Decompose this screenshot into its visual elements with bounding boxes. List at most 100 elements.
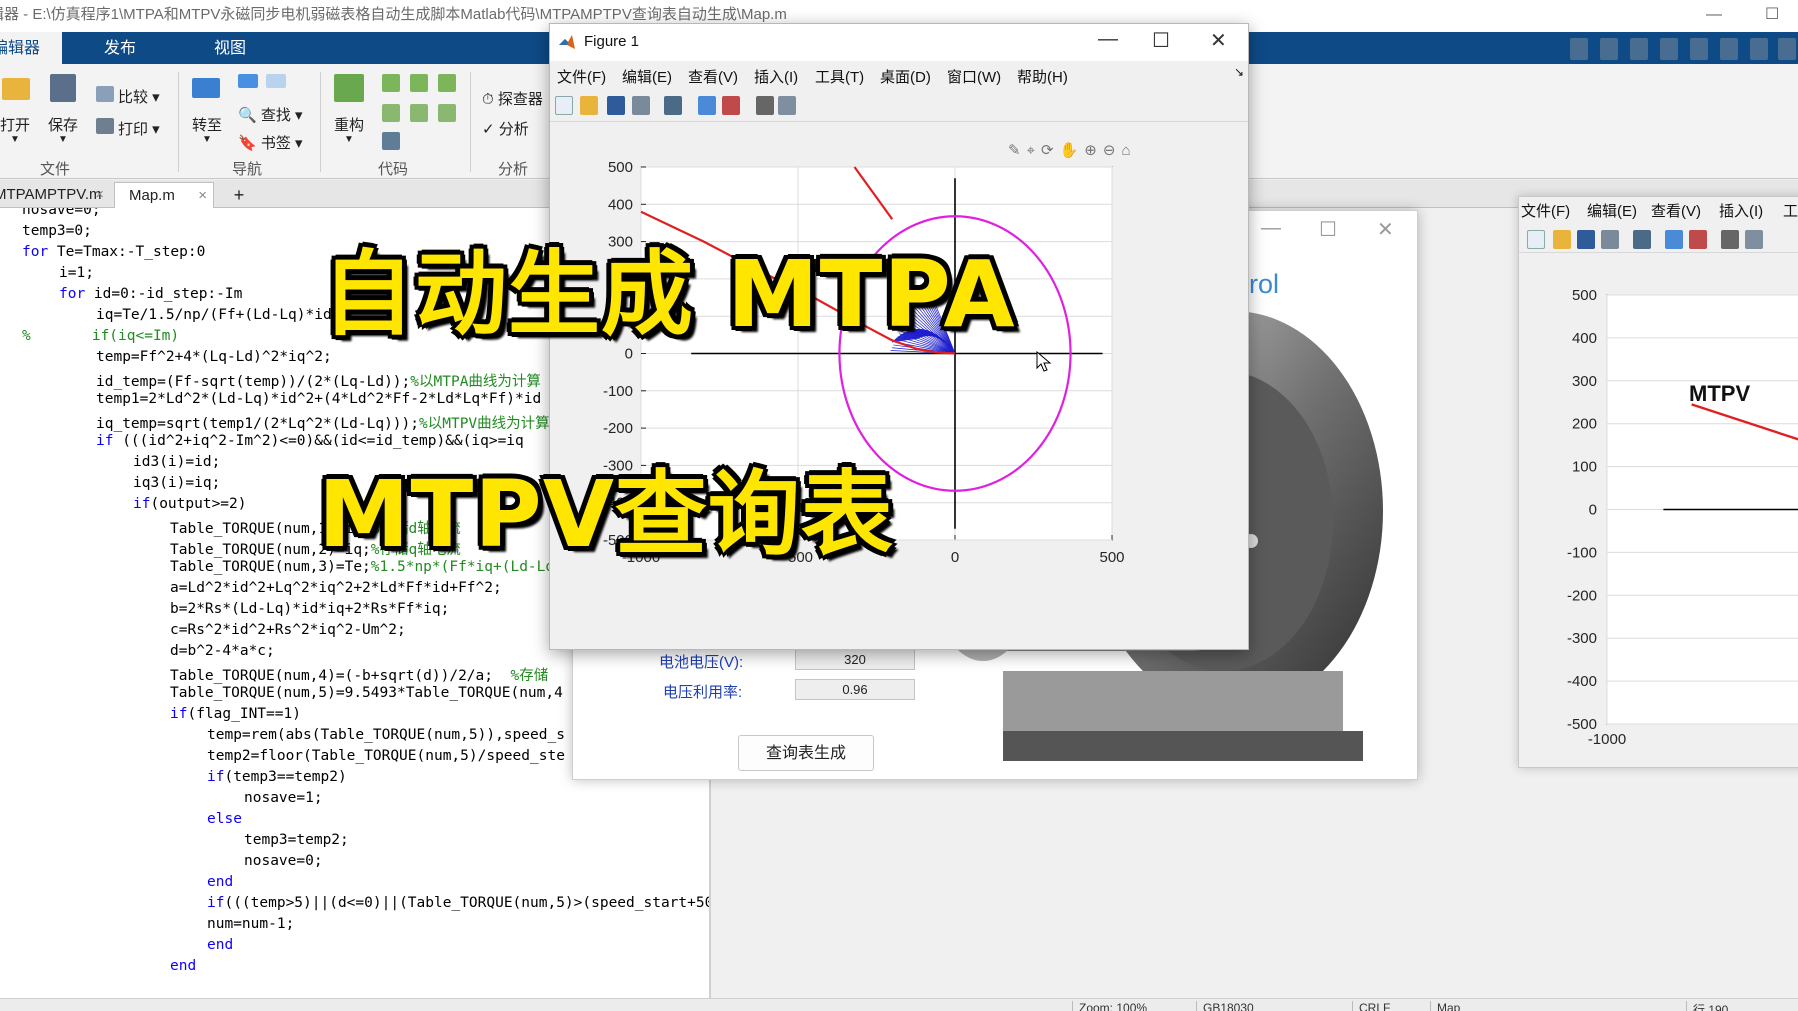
code-line[interactable]: d=b^2-4*a*c;: [170, 643, 275, 664]
pointer-icon[interactable]: [1721, 230, 1739, 249]
tab-map-file[interactable]: Map.m ×: [114, 182, 214, 208]
uncomment-icon[interactable]: [438, 74, 456, 92]
close-icon[interactable]: ×: [95, 182, 104, 208]
code-line[interactable]: iq_temp=sqrt(temp1/(2*Lq^2*(Ld-Lq)));%以M…: [96, 412, 550, 433]
menu-help[interactable]: 帮助(H): [1017, 66, 1068, 87]
code-line[interactable]: nosave=0;: [244, 853, 323, 874]
smart-indent-icon[interactable]: [410, 104, 428, 122]
new-figure-icon[interactable]: [555, 96, 573, 115]
colorbar-icon[interactable]: [698, 96, 716, 115]
code-line[interactable]: else: [207, 811, 242, 832]
new-figure-icon[interactable]: [1527, 230, 1545, 249]
compare-button[interactable]: 比较 ▾: [118, 86, 160, 107]
open-folder-icon[interactable]: [2, 78, 30, 100]
save-icon[interactable]: [607, 96, 625, 115]
code-line[interactable]: id_temp=(Ff-sqrt(temp))/(2*(Lq-Ld));%以MT…: [96, 370, 541, 391]
property-editor-icon[interactable]: [1745, 230, 1763, 249]
code-line[interactable]: temp=rem(abs(Table_TORQUE(num,5)),speed_…: [207, 727, 565, 748]
goto-button[interactable]: 转至: [192, 114, 222, 135]
tab-mtpampv-file[interactable]: MTPAMPTPV.m ×: [0, 182, 110, 208]
code-line[interactable]: if(((temp>5)||(d<=0)||(Table_TORQUE(num,…: [207, 895, 710, 916]
minimize-icon[interactable]: —: [1706, 0, 1722, 30]
battery-voltage-field[interactable]: 320: [795, 649, 915, 670]
code-line[interactable]: % if(iq<=Im): [22, 328, 179, 349]
add-tab-button[interactable]: +: [222, 182, 252, 208]
code-line[interactable]: for Te=Tmax:-T_step:0: [22, 244, 205, 265]
print-icon[interactable]: [96, 118, 114, 134]
refactor-icon[interactable]: [334, 74, 364, 102]
generate-table-button[interactable]: 查询表生成: [738, 735, 874, 771]
code-line[interactable]: id3(i)=id;: [133, 454, 220, 475]
menu-file[interactable]: 文件(F): [1521, 200, 1570, 221]
find-button[interactable]: 🔍 查找 ▾: [238, 104, 303, 125]
maximize-icon[interactable]: ☐: [1765, 0, 1779, 30]
open-folder-icon[interactable]: [1553, 230, 1571, 249]
outdent-icon[interactable]: [438, 104, 456, 122]
minimize-icon[interactable]: —: [1261, 217, 1281, 240]
menu-view[interactable]: 查看(V): [1651, 200, 1701, 221]
print-icon[interactable]: [1601, 230, 1619, 249]
save-icon[interactable]: [1577, 230, 1595, 249]
minimize-icon[interactable]: —: [1098, 28, 1118, 51]
pointer-icon[interactable]: [756, 96, 774, 115]
chevron-down-icon[interactable]: ▼: [10, 134, 20, 145]
back-arrow-icon[interactable]: [238, 74, 258, 88]
copy-icon[interactable]: [1630, 38, 1648, 60]
code-line[interactable]: iq=Te/1.5/np/(Ff+(Ld-Lq)*id);: [96, 307, 349, 328]
menu-view[interactable]: 查看(V): [688, 66, 738, 87]
voltage-utilization-field[interactable]: 0.96: [795, 679, 915, 700]
tab-view[interactable]: 视图: [190, 32, 270, 64]
open-button[interactable]: 打开: [0, 114, 30, 135]
analyze-button[interactable]: ✓ 分析: [482, 118, 529, 139]
code-line[interactable]: end: [170, 958, 196, 979]
property-editor-icon[interactable]: [778, 96, 796, 115]
comment-icon[interactable]: [410, 74, 428, 92]
code-line[interactable]: b=2*Rs*(Ld-Lq)*id*iq+2*Rs*Ff*iq;: [170, 601, 449, 622]
code-line[interactable]: temp2=floor(Table_TORQUE(num,5)/speed_st…: [207, 748, 565, 769]
code-line[interactable]: i=1;: [59, 265, 94, 286]
close-icon[interactable]: ×: [198, 183, 207, 209]
code-line[interactable]: a=Ld^2*id^2+Lq^2*iq^2+2*Ld*Ff*id+Ff^2;: [170, 580, 502, 601]
close-icon[interactable]: ✕: [1377, 217, 1394, 242]
window-switch-icon[interactable]: [1750, 38, 1768, 60]
code-line[interactable]: Table_TORQUE(num,4)=(-b+sqrt(d))/2/a; %存…: [170, 664, 548, 685]
profiler-button[interactable]: ⏱ 探查器: [482, 88, 543, 109]
menu-edit[interactable]: 编辑(E): [622, 66, 672, 87]
code-line[interactable]: temp3=0;: [22, 223, 92, 244]
refactor-button[interactable]: 重构: [334, 114, 364, 135]
tab-editor[interactable]: 编辑器: [0, 32, 62, 64]
link-icon[interactable]: [1633, 230, 1651, 249]
colorbar-icon[interactable]: [1665, 230, 1683, 249]
bookmark-button[interactable]: 🔖 书签 ▾: [238, 132, 303, 153]
code-line[interactable]: iq3(i)=iq;: [133, 475, 220, 496]
code-line[interactable]: nosave=1;: [244, 790, 323, 811]
compare-icon[interactable]: [96, 86, 114, 102]
menu-insert[interactable]: 插入(I): [754, 66, 798, 87]
menu-window[interactable]: 窗口(W): [947, 66, 1001, 87]
menu-edit[interactable]: 编辑(E): [1587, 200, 1637, 221]
cut-icon[interactable]: [1600, 38, 1618, 60]
dock-arrow-icon[interactable]: ↘: [1234, 65, 1244, 79]
code-line[interactable]: temp1=2*Ld^2*(Ld-Lq)*id^2+(4*Ld^2*Ff-2*L…: [96, 391, 541, 412]
code-line[interactable]: if(flag_INT==1): [170, 706, 301, 727]
save-icon[interactable]: [50, 74, 76, 102]
percent-icon[interactable]: [382, 74, 400, 92]
code-line[interactable]: temp3=temp2;: [244, 832, 349, 853]
code-line[interactable]: if(temp3==temp2): [207, 769, 347, 790]
legend-icon[interactable]: [722, 96, 740, 115]
indent-icon[interactable]: [382, 104, 400, 122]
maximize-icon[interactable]: ☐: [1152, 28, 1170, 53]
close-icon[interactable]: ✕: [1210, 28, 1227, 53]
menu-insert[interactable]: 插入(I): [1719, 200, 1763, 221]
menu-file[interactable]: 文件(F): [557, 66, 606, 87]
link-icon[interactable]: [664, 96, 682, 115]
legend-icon[interactable]: [1689, 230, 1707, 249]
chevron-down-icon[interactable]: ▼: [344, 134, 354, 145]
menu-tools[interactable]: 工具(T): [815, 66, 864, 87]
redo-icon[interactable]: [1720, 38, 1738, 60]
tab-publish[interactable]: 发布: [80, 32, 160, 64]
menu-tools[interactable]: 工: [1783, 200, 1798, 221]
code-line[interactable]: Table_TORQUE(num,5)=9.5493*Table_TORQUE(…: [170, 685, 563, 706]
code-line[interactable]: nosave=0;: [22, 208, 101, 223]
code-line[interactable]: end: [207, 874, 233, 895]
